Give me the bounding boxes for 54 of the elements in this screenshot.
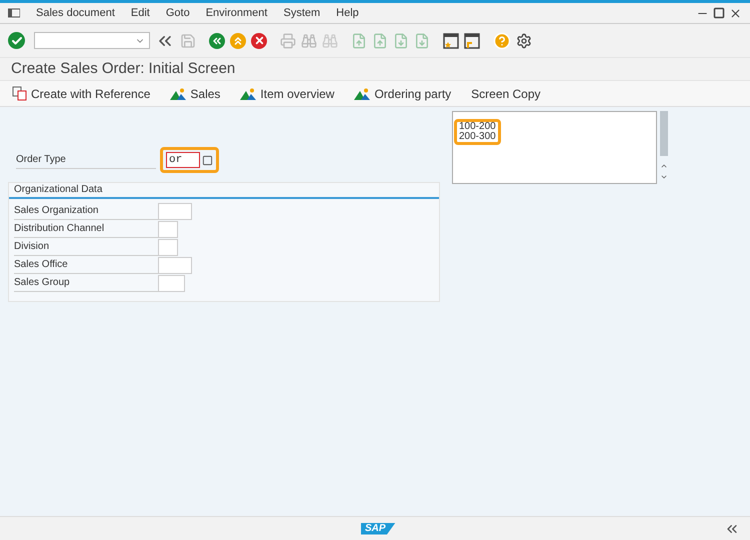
check-icon	[10, 34, 22, 46]
double-chevron-icon	[232, 34, 244, 46]
scroll-down-icon[interactable]	[660, 173, 668, 181]
exit-button[interactable]	[230, 32, 246, 48]
help-icon[interactable]	[493, 32, 511, 50]
toolbar-button[interactable]: Screen Copy	[471, 84, 541, 102]
list-item[interactable]: 200-300	[459, 132, 496, 142]
input-field[interactable]	[158, 220, 178, 238]
cancel-button[interactable]	[251, 32, 267, 48]
toolbar-button[interactable]: Item overview	[240, 84, 334, 102]
last-page-icon[interactable]	[414, 32, 430, 48]
list-box[interactable]: 100-200 200-300	[452, 111, 657, 184]
menu-item[interactable]: Edit	[130, 4, 150, 22]
order-type-field[interactable]: or	[160, 147, 219, 173]
menu-item[interactable]: System	[283, 4, 320, 22]
find-next-icon[interactable]	[322, 32, 338, 48]
mountain-icon	[170, 88, 186, 100]
screen-title: Create Sales Order: Initial Screen	[11, 58, 236, 79]
toolbar-button[interactable]: Ordering party	[354, 84, 452, 102]
new-window-icon[interactable]	[443, 32, 459, 48]
toolbar-button[interactable]: Sales	[170, 84, 220, 102]
close-icon[interactable]	[729, 6, 742, 20]
scroll-up-icon[interactable]	[660, 162, 668, 170]
enter-button[interactable]	[8, 32, 25, 49]
menu-item[interactable]: Goto	[166, 4, 190, 22]
next-page-icon[interactable]	[393, 32, 409, 48]
back-button[interactable]	[209, 32, 225, 48]
settings-icon[interactable]	[516, 32, 532, 48]
command-field[interactable]	[34, 32, 150, 49]
menu-item[interactable]: Environment	[206, 4, 268, 22]
first-page-icon[interactable]	[351, 32, 367, 48]
input-field[interactable]	[158, 274, 185, 292]
input-field[interactable]	[158, 238, 178, 256]
group-title: Organizational Data	[9, 183, 439, 199]
mountain-icon	[240, 88, 256, 100]
list-item[interactable]: 100-200	[459, 122, 496, 132]
menu-item[interactable]: Sales document	[36, 4, 115, 22]
find-icon[interactable]	[301, 32, 317, 48]
menu-item[interactable]: Help	[336, 4, 359, 22]
menu-icon[interactable]	[8, 8, 20, 18]
copy-document-icon	[12, 86, 27, 101]
previous-page-icon[interactable]	[372, 32, 388, 48]
sap-logo: SAP	[361, 522, 396, 534]
field-label: Order Type	[16, 151, 156, 169]
value-help-icon[interactable]	[202, 154, 213, 166]
maximize-icon[interactable]	[713, 6, 725, 18]
print-icon[interactable]	[280, 32, 296, 48]
toolbar-button[interactable]: Create with Reference	[12, 84, 150, 102]
save-icon[interactable]	[180, 32, 196, 48]
input-field[interactable]	[158, 256, 192, 274]
close-icon	[254, 35, 264, 46]
mountain-icon	[354, 88, 370, 100]
window-shortcut-icon[interactable]	[464, 32, 480, 48]
input-field[interactable]	[158, 202, 192, 220]
